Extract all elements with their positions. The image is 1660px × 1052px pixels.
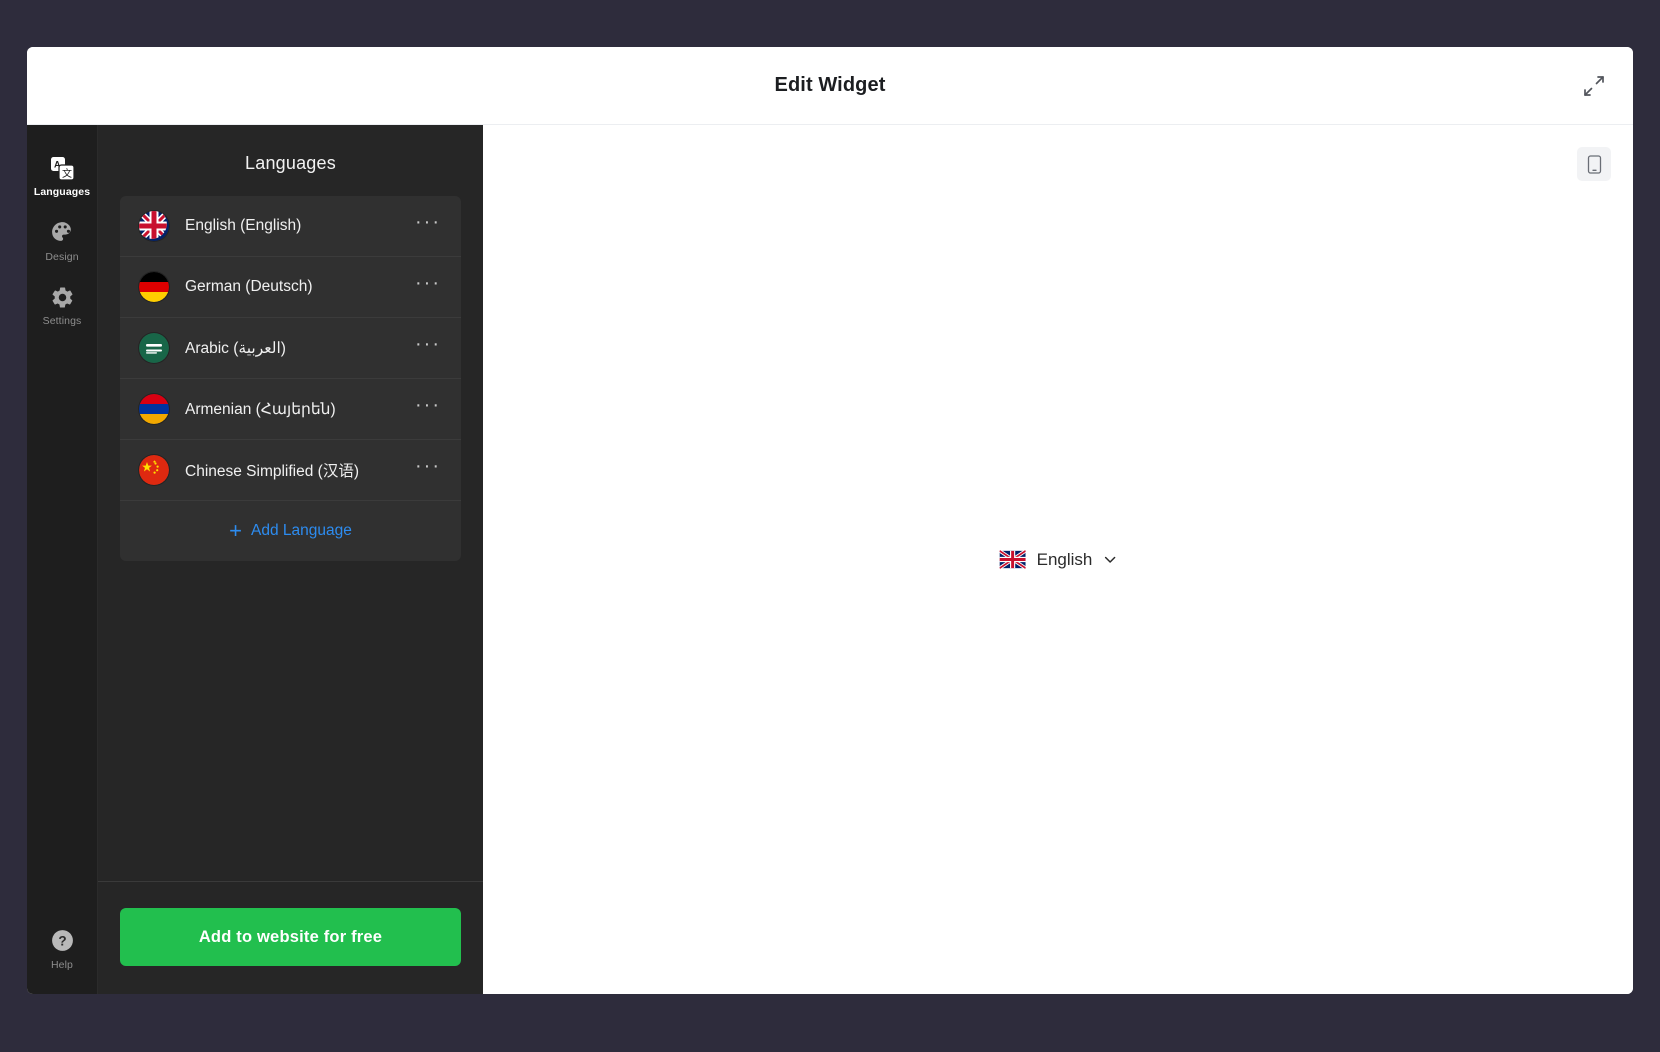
sidebar-item-label: Languages	[34, 187, 90, 198]
sidebar-item-help[interactable]: ? Help	[27, 916, 98, 995]
add-language-label: Add Language	[251, 522, 352, 540]
language-name: Arabic (العربية)	[185, 339, 411, 358]
sidebar-item-settings[interactable]: Settings	[27, 272, 98, 337]
add-to-website-button[interactable]: Add to website for free	[120, 908, 461, 966]
sidebar-item-label: Settings	[43, 316, 82, 327]
language-list: English (English) ···	[120, 196, 461, 561]
sidebar-item-label: Help	[51, 960, 73, 971]
flag-uk-icon	[1000, 550, 1026, 569]
translate-icon: A 文	[49, 155, 75, 181]
ellipsis-icon[interactable]: ···	[411, 212, 445, 240]
panel-footer: Add to website for free	[98, 881, 483, 994]
modal-header: Edit Widget	[27, 47, 1633, 125]
sidebar-item-languages[interactable]: A 文 Languages	[27, 143, 98, 208]
panel-title: Languages	[98, 125, 483, 196]
app-backdrop: Edit Widget A	[0, 0, 1660, 1052]
expand-arrows-icon[interactable]	[1577, 69, 1611, 103]
language-name: Armenian (Հայերեն)	[185, 400, 411, 419]
question-circle-icon: ?	[49, 928, 75, 954]
svg-text:文: 文	[62, 167, 72, 180]
sidebar-item-design[interactable]: Design	[27, 208, 98, 273]
gear-icon	[49, 284, 75, 310]
flag-armenia-icon	[139, 394, 169, 424]
languages-panel: Languages	[98, 125, 483, 994]
svg-text:?: ?	[58, 934, 66, 949]
language-selector-widget[interactable]: English	[1000, 550, 1117, 570]
language-name: English (English)	[185, 217, 411, 235]
flag-china-icon	[139, 455, 169, 485]
list-item[interactable]: Armenian (Հայերեն) ···	[120, 379, 461, 440]
ellipsis-icon[interactable]: ···	[411, 273, 445, 301]
list-item[interactable]: English (English) ···	[120, 196, 461, 257]
ellipsis-icon[interactable]: ···	[411, 395, 445, 423]
page-title: Edit Widget	[775, 74, 886, 97]
flag-saudi-arabia-icon	[139, 333, 169, 363]
widget-preview-canvas: English	[483, 125, 1633, 994]
chevron-down-icon	[1103, 553, 1116, 566]
flag-uk-icon	[139, 211, 169, 241]
icon-rail: A 文 Languages Design	[27, 125, 98, 994]
add-language-button[interactable]: + Add Language	[120, 501, 461, 561]
language-name: German (Deutsch)	[185, 278, 411, 296]
plus-icon: +	[229, 520, 242, 542]
edit-widget-modal: Edit Widget A	[27, 47, 1633, 994]
flag-germany-icon	[139, 272, 169, 302]
ellipsis-icon[interactable]: ···	[411, 456, 445, 484]
mobile-device-icon[interactable]	[1577, 147, 1611, 181]
sidebar-item-label: Design	[45, 252, 78, 263]
list-item[interactable]: Arabic (العربية) ···	[120, 318, 461, 379]
panel-spacer	[98, 561, 483, 881]
list-item[interactable]: German (Deutsch) ···	[120, 257, 461, 318]
ellipsis-icon[interactable]: ···	[411, 334, 445, 362]
widget-language-label: English	[1037, 550, 1093, 570]
modal-body: A 文 Languages Design	[27, 125, 1633, 994]
palette-icon	[49, 220, 75, 246]
list-item[interactable]: Chinese Simplified (汉语) ···	[120, 440, 461, 501]
language-name: Chinese Simplified (汉语)	[185, 459, 411, 481]
